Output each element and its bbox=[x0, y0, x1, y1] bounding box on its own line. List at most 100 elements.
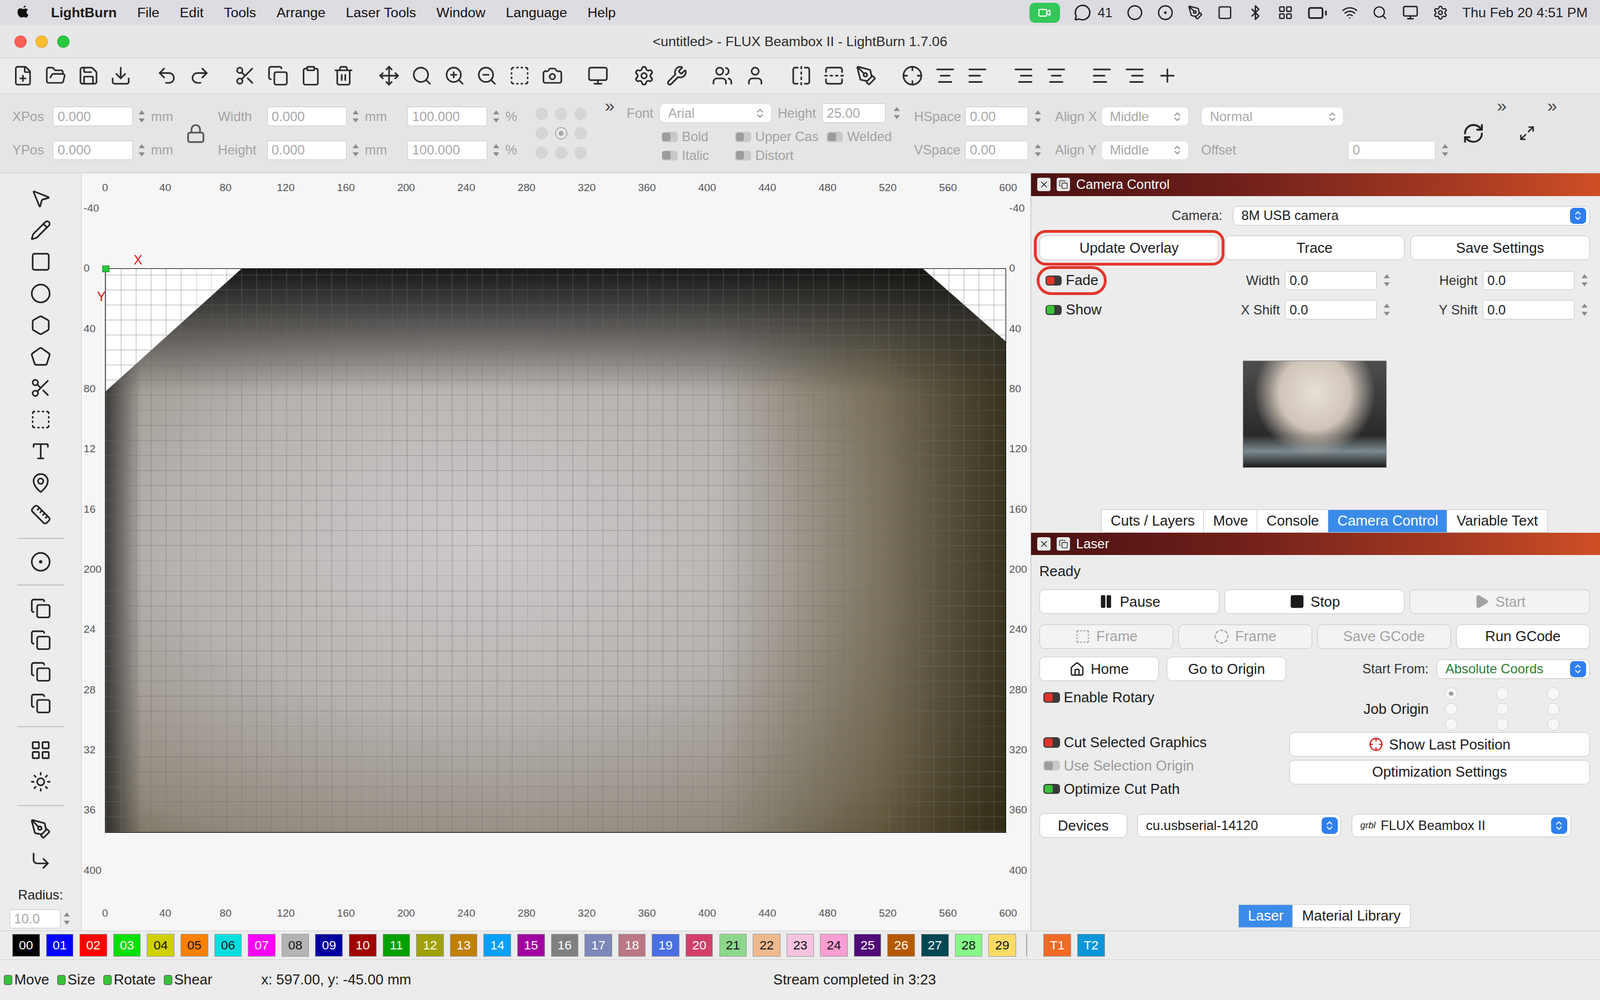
palette-swatch[interactable]: 08 bbox=[281, 933, 310, 957]
dock-tab[interactable]: Camera Control bbox=[1327, 509, 1448, 533]
mode-toggle[interactable]: Shear bbox=[163, 971, 213, 988]
camera-input[interactable]: 0.0 bbox=[1482, 300, 1575, 320]
menu-item[interactable]: Help bbox=[587, 5, 616, 21]
palette-swatch[interactable]: 05 bbox=[180, 933, 209, 957]
job-origin-radio[interactable] bbox=[1445, 718, 1458, 731]
tool-button[interactable] bbox=[27, 248, 54, 275]
palette-swatch[interactable]: 23 bbox=[786, 933, 815, 957]
toolbar-button[interactable] bbox=[265, 62, 291, 89]
toolbar-button[interactable] bbox=[42, 62, 69, 89]
palette-swatch[interactable]: 00 bbox=[12, 933, 40, 957]
toolbar-button[interactable] bbox=[1154, 62, 1180, 89]
dock-button[interactable] bbox=[1518, 125, 1535, 142]
toolbar-button[interactable] bbox=[932, 62, 958, 89]
anchor-point[interactable] bbox=[535, 107, 548, 120]
palette-swatch[interactable]: 17 bbox=[584, 933, 613, 957]
menu-item[interactable]: Edit bbox=[180, 5, 204, 21]
palette-swatch[interactable]: 22 bbox=[752, 933, 781, 957]
toolbar-overflow[interactable]: » bbox=[605, 96, 615, 117]
control-center-icon[interactable] bbox=[1432, 5, 1449, 21]
pen-icon[interactable] bbox=[1187, 5, 1204, 21]
optimization-settings-button[interactable]: Optimization Settings bbox=[1289, 760, 1590, 785]
spin-buttons[interactable] bbox=[1032, 141, 1043, 160]
job-origin-radio[interactable] bbox=[1547, 702, 1560, 715]
input-icon[interactable] bbox=[1277, 5, 1294, 21]
tool-button[interactable] bbox=[27, 185, 54, 212]
palette-swatch[interactable]: 27 bbox=[921, 933, 949, 957]
menu-item[interactable]: Language bbox=[505, 5, 567, 21]
show-last-position-button[interactable]: Show Last Position bbox=[1289, 732, 1590, 757]
toolbar-button[interactable] bbox=[75, 62, 102, 89]
chat-icon[interactable] bbox=[1073, 3, 1092, 22]
tool-button[interactable] bbox=[27, 816, 54, 842]
text-style-toggle[interactable]: Italic bbox=[661, 147, 735, 164]
design-canvas[interactable]: 0408012016020024028032036040044048052056… bbox=[81, 173, 1031, 931]
palette-swatch[interactable]: 21 bbox=[719, 933, 748, 957]
palette-swatch[interactable]: 26 bbox=[887, 933, 915, 957]
toolbar-overflow[interactable]: » bbox=[1497, 96, 1507, 117]
status-icon[interactable] bbox=[1157, 4, 1174, 21]
palette-swatch[interactable]: 01 bbox=[46, 933, 74, 957]
spin-buttons[interactable] bbox=[1032, 107, 1043, 126]
dock-tab[interactable]: Cuts / Layers bbox=[1101, 509, 1205, 533]
laser-control-button[interactable]: Stop bbox=[1224, 589, 1405, 614]
palette-swatch[interactable]: 06 bbox=[214, 933, 243, 957]
toolbar-button[interactable] bbox=[853, 62, 880, 89]
position-input[interactable]: 0.000 bbox=[52, 140, 133, 160]
spin-buttons[interactable] bbox=[1381, 271, 1392, 290]
lock-button[interactable] bbox=[185, 123, 207, 144]
laser-action-button[interactable]: Frame bbox=[1039, 624, 1174, 649]
toolbar-button[interactable] bbox=[108, 62, 134, 89]
dock-tab[interactable]: Variable Text bbox=[1446, 509, 1548, 533]
palette-swatch[interactable]: 13 bbox=[450, 933, 478, 957]
spacing-input[interactable]: 0.00 bbox=[965, 106, 1029, 127]
toolbar-button[interactable] bbox=[965, 62, 991, 89]
anchor-point[interactable] bbox=[574, 107, 587, 120]
toggle-switch[interactable] bbox=[1043, 783, 1060, 794]
home-button[interactable]: Home bbox=[1039, 656, 1159, 682]
laser-control-button[interactable]: Start bbox=[1409, 589, 1590, 614]
laser-bed[interactable] bbox=[105, 268, 1007, 833]
toolbar-button[interactable] bbox=[10, 62, 36, 89]
toolbar-button[interactable] bbox=[585, 62, 612, 89]
grammar-icon[interactable] bbox=[1126, 4, 1143, 21]
tool-button[interactable] bbox=[27, 438, 54, 465]
palette-swatch[interactable]: T2 bbox=[1077, 933, 1105, 957]
bottom-tab[interactable]: Laser bbox=[1238, 904, 1294, 928]
toggle-switch[interactable] bbox=[1045, 275, 1062, 286]
job-origin-radio[interactable] bbox=[1496, 687, 1509, 700]
tool-button[interactable] bbox=[27, 375, 54, 402]
spacing-input[interactable]: 0.00 bbox=[965, 140, 1029, 160]
text-style-toggle[interactable]: Distort bbox=[735, 147, 827, 164]
palette-swatch[interactable]: 02 bbox=[79, 933, 108, 957]
palette-swatch[interactable]: 16 bbox=[551, 933, 579, 957]
palette-swatch[interactable]: 15 bbox=[517, 933, 545, 957]
tool-button[interactable] bbox=[27, 343, 54, 370]
wifi-icon[interactable] bbox=[1341, 4, 1358, 21]
camera-button[interactable]: Trace bbox=[1225, 235, 1405, 260]
anchor-point[interactable] bbox=[555, 146, 568, 159]
spin-buttons[interactable] bbox=[491, 141, 502, 160]
tool-button[interactable] bbox=[27, 217, 54, 243]
align-select[interactable]: Middle bbox=[1101, 140, 1189, 160]
anchor-point[interactable] bbox=[555, 107, 568, 120]
palette-swatch[interactable]: 09 bbox=[315, 933, 343, 957]
bluetooth-icon[interactable] bbox=[1247, 4, 1264, 21]
spin-buttons[interactable] bbox=[491, 107, 502, 126]
text-mode-select[interactable]: Normal bbox=[1201, 106, 1344, 127]
battery-icon[interactable] bbox=[1307, 2, 1328, 24]
job-origin-radio[interactable] bbox=[1547, 687, 1560, 700]
spin-buttons[interactable] bbox=[1381, 300, 1392, 319]
toolbar-button[interactable] bbox=[1010, 62, 1037, 89]
tool-button[interactable] bbox=[27, 470, 54, 497]
toolbar-button[interactable] bbox=[742, 62, 769, 89]
toggle-switch[interactable] bbox=[1045, 305, 1062, 315]
toggle-switch[interactable] bbox=[1043, 760, 1060, 771]
spin-buttons[interactable] bbox=[1579, 271, 1590, 290]
toolbar-button[interactable] bbox=[186, 62, 213, 89]
device-select[interactable]: grblFLUX Beambox II bbox=[1351, 813, 1572, 838]
laser-option-toggle[interactable]: Cut Selected Graphics bbox=[1039, 732, 1212, 753]
spin-buttons[interactable] bbox=[891, 103, 902, 123]
toolbar-button[interactable] bbox=[474, 62, 500, 89]
tool-button[interactable] bbox=[27, 737, 54, 764]
